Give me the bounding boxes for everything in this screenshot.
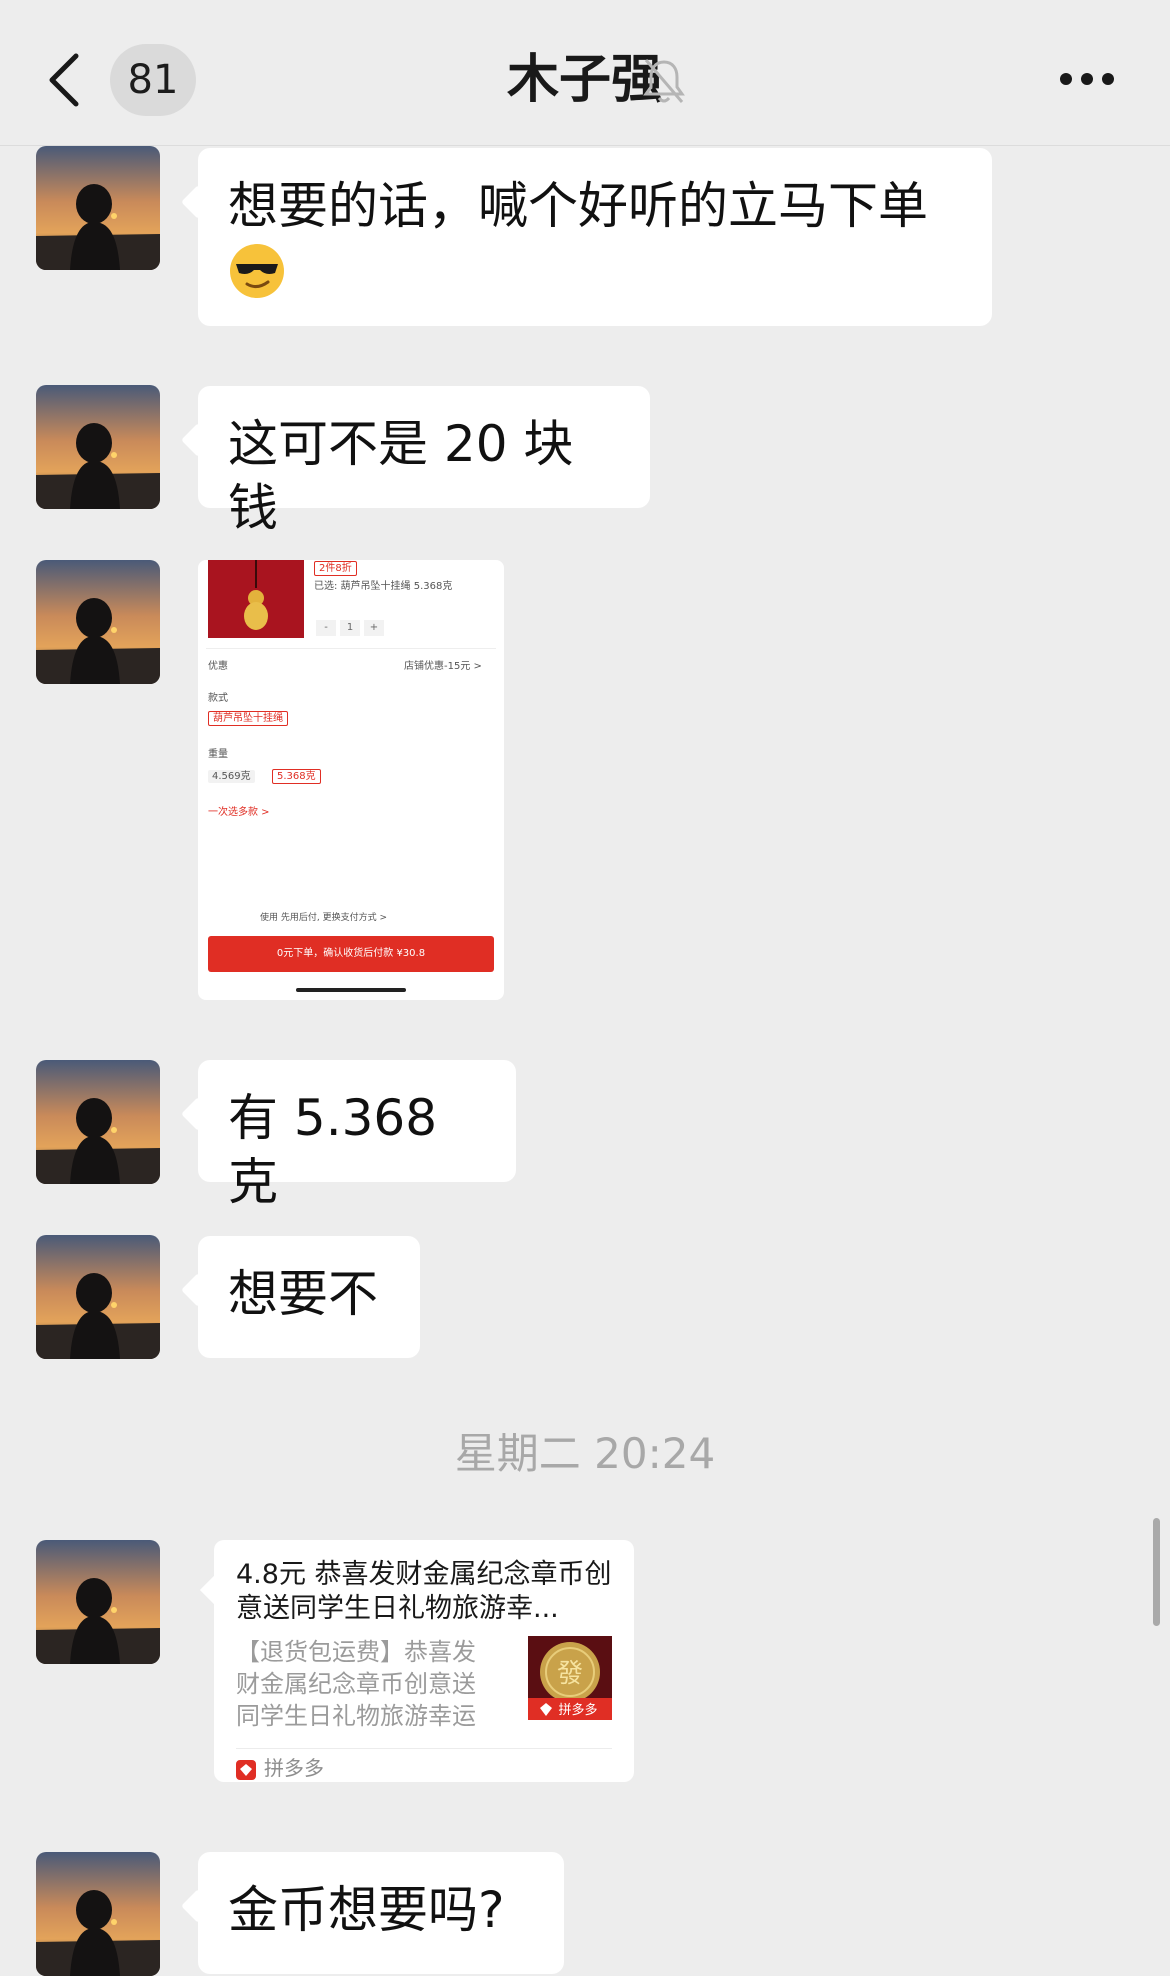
pay-button: 0元下单，确认收货后付款 ¥30.8	[208, 936, 494, 972]
selected-spec: 已选: 葫芦吊坠十挂绳 5.368克	[314, 581, 453, 592]
link-source: 拼多多	[236, 1754, 324, 1782]
contact-avatar[interactable]	[36, 146, 160, 270]
contact-avatar[interactable]	[36, 1060, 160, 1184]
weight-option: 4.569克	[208, 770, 255, 783]
minus-icon: -	[316, 620, 336, 636]
home-indicator	[296, 988, 406, 992]
message-text: 想要的话，喊个好听的立马下单	[228, 177, 928, 235]
message-text: 想要不	[228, 1265, 378, 1323]
message-bubble[interactable]: 金币想要吗?	[198, 1852, 564, 1974]
multi-select-link: 一次选多款 >	[208, 807, 270, 818]
link-description: 【退货包运费】恭喜发财金属纪念章币创意送同学生日礼物旅游幸运收藏...	[236, 1638, 476, 1730]
chat-title: 木子强	[506, 50, 663, 110]
shared-link-card[interactable]: 4.8元 恭喜发财金属纪念章币创意送同学生日礼物旅游幸... 【退货包运费】恭喜…	[214, 1540, 634, 1782]
contact-avatar[interactable]	[36, 1540, 160, 1664]
pay-hint: 使用 先用后付, 更换支付方式 >	[260, 913, 387, 923]
quantity-value: 1	[340, 620, 360, 636]
promo-badge: 2件8折	[314, 561, 357, 576]
scrollbar-thumb[interactable]	[1153, 1518, 1160, 1626]
style-option: 葫芦吊坠十挂绳	[208, 711, 288, 726]
message-bubble[interactable]: 想要的话，喊个好听的立马下单	[198, 148, 992, 326]
message-text: 这可不是 20 块钱	[228, 415, 574, 537]
muted-bell-icon	[643, 59, 685, 103]
message-text: 金币想要吗?	[228, 1881, 505, 1939]
thumb-brand-label: 拼多多	[558, 1702, 597, 1718]
more-options-icon[interactable]	[1058, 70, 1116, 88]
contact-avatar[interactable]	[36, 1852, 160, 1976]
sunglasses-emoji-icon	[230, 244, 284, 298]
link-thumbnail: 發 拼多多	[528, 1636, 612, 1720]
link-source-name: 拼多多	[264, 1756, 324, 1780]
product-image	[208, 560, 304, 638]
message-bubble[interactable]: 想要不	[198, 1236, 420, 1358]
message-bubble[interactable]: 这可不是 20 块钱	[198, 386, 650, 537]
contact-avatar[interactable]	[36, 1235, 160, 1359]
message-timestamp: 星期二 20:24	[454, 1429, 716, 1478]
coin-character: 發	[557, 1659, 583, 1689]
quantity-stepper: -1 +	[316, 620, 388, 636]
plus-icon: +	[364, 620, 384, 636]
message-text: 有 5.368 克	[228, 1089, 438, 1211]
pinduoduo-logo-icon	[236, 1759, 256, 1780]
contact-avatar[interactable]	[36, 385, 160, 509]
message-bubble[interactable]: 有 5.368 克	[198, 1060, 516, 1211]
link-title: 4.8元 恭喜发财金属纪念章币创意送同学生日礼物旅游幸...	[236, 1559, 612, 1624]
style-label: 款式	[208, 693, 228, 704]
screenshot-image-message[interactable]: 2件8折 已选: 葫芦吊坠十挂绳 5.368克 -1 + 优惠 店铺优惠-15元 …	[198, 560, 504, 1000]
chat-header: 81 木子强	[0, 0, 1170, 146]
discount-label: 优惠	[208, 661, 228, 672]
weight-option-selected: 5.368克	[272, 769, 321, 784]
contact-avatar[interactable]	[36, 560, 160, 684]
discount-value: 店铺优惠-15元 >	[404, 661, 482, 672]
weight-label: 重量	[208, 749, 228, 760]
